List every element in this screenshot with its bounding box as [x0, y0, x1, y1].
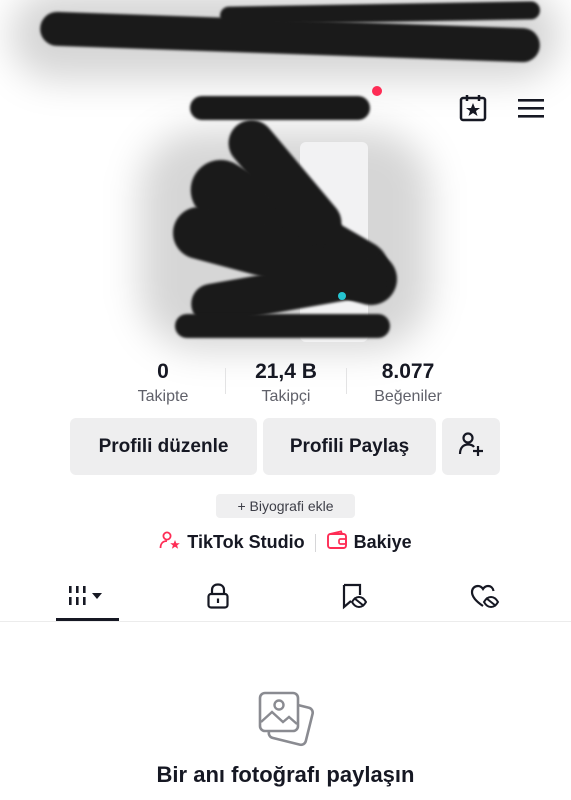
wallet-icon [326, 530, 348, 555]
balance-link[interactable]: Bakiye [326, 530, 412, 555]
followers-label: Takipçi [261, 388, 311, 405]
likes-label: Beğeniler [374, 388, 442, 405]
tab-videos[interactable] [43, 578, 133, 618]
following-stat[interactable]: 0 Takipte [103, 360, 223, 407]
following-label: Takipte [137, 388, 189, 405]
add-friend-button[interactable] [442, 418, 500, 475]
link-divider [314, 533, 316, 552]
tab-liked[interactable] [440, 578, 530, 618]
menu-icon[interactable] [513, 90, 549, 126]
following-count: 0 [157, 360, 169, 383]
stat-divider [346, 368, 347, 394]
tiktok-studio-link[interactable]: TikTok Studio [159, 530, 305, 555]
tab-divider [0, 621, 571, 622]
followers-stat[interactable]: 21,4 B Takipçi [226, 360, 346, 407]
liked-icon [470, 582, 500, 615]
lock-icon [205, 582, 231, 615]
tagged-icon [339, 582, 368, 615]
tab-tagged[interactable] [308, 578, 398, 618]
status-dot [338, 292, 346, 300]
redacted-username [190, 96, 370, 120]
likes-stat[interactable]: 8.077 Beğeniler [348, 360, 468, 407]
share-profile-button[interactable]: Profili Paylaş [263, 418, 436, 475]
followers-count: 21,4 B [255, 360, 317, 383]
photo-icon [255, 688, 315, 750]
notification-dot [372, 86, 382, 96]
studio-user-icon [159, 530, 181, 555]
likes-count: 8.077 [381, 360, 435, 383]
tab-private[interactable] [173, 578, 263, 618]
calendar-star-icon[interactable] [455, 90, 491, 126]
tiktok-studio-label: TikTok Studio [187, 532, 305, 552]
add-user-icon [457, 430, 485, 464]
edit-profile-button[interactable]: Profili düzenle [70, 418, 257, 475]
redacted-handle [175, 314, 390, 338]
profile-links: TikTok Studio Bakiye [0, 530, 571, 555]
grid-icon [67, 584, 109, 613]
balance-label: Bakiye [353, 532, 412, 552]
add-bio-button[interactable]: + Biyografi ekle [216, 494, 355, 518]
empty-state-title: Bir anı fotoğrafı paylaşın [156, 762, 415, 787]
